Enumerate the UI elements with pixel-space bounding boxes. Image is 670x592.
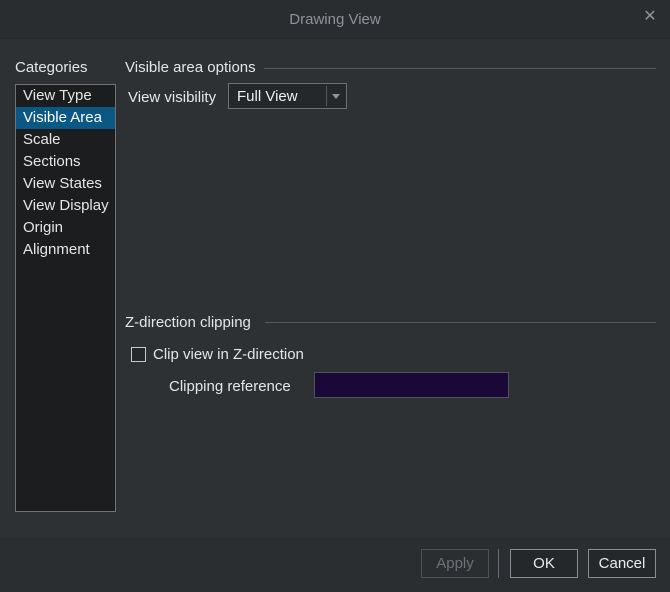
category-item-view-display[interactable]: View Display: [16, 195, 115, 217]
chevron-down-icon[interactable]: [329, 89, 343, 103]
ok-button[interactable]: OK: [510, 549, 578, 578]
section-divider: [264, 68, 656, 69]
button-separator: [498, 549, 499, 578]
categories-label: Categories: [15, 59, 88, 76]
section-divider: [265, 322, 656, 323]
close-icon[interactable]: ✕: [642, 9, 658, 25]
clip-z-label[interactable]: Clip view in Z-direction: [153, 346, 304, 363]
category-item-visible-area[interactable]: Visible Area: [16, 107, 115, 129]
categories-list: View Type Visible Area Scale Sections Vi…: [15, 84, 116, 512]
z-clipping-section-title: Z-direction clipping: [125, 314, 251, 331]
view-visibility-select[interactable]: Full View: [228, 83, 347, 109]
apply-button[interactable]: Apply: [421, 549, 489, 578]
category-item-scale[interactable]: Scale: [16, 129, 115, 151]
title-bar[interactable]: Drawing View ✕: [0, 0, 670, 39]
category-item-view-type[interactable]: View Type: [16, 85, 115, 107]
button-bar: Apply OK Cancel: [0, 537, 670, 592]
view-visibility-value: Full View: [237, 88, 298, 105]
drawing-view-dialog: Drawing View ✕ Categories View Type Visi…: [0, 0, 670, 592]
dialog-body: Categories View Type Visible Area Scale …: [0, 39, 670, 537]
clipping-reference-label: Clipping reference: [169, 378, 291, 395]
visible-area-section-title: Visible area options: [125, 59, 256, 76]
window-title: Drawing View: [289, 11, 381, 28]
view-visibility-label: View visibility: [128, 89, 217, 106]
select-divider: [326, 86, 327, 106]
category-item-alignment[interactable]: Alignment: [16, 239, 115, 261]
clipping-reference-field[interactable]: [314, 372, 509, 398]
category-item-sections[interactable]: Sections: [16, 151, 115, 173]
category-item-view-states[interactable]: View States: [16, 173, 115, 195]
cancel-button[interactable]: Cancel: [588, 549, 656, 578]
category-item-origin[interactable]: Origin: [16, 217, 115, 239]
clip-z-checkbox[interactable]: [131, 347, 146, 362]
